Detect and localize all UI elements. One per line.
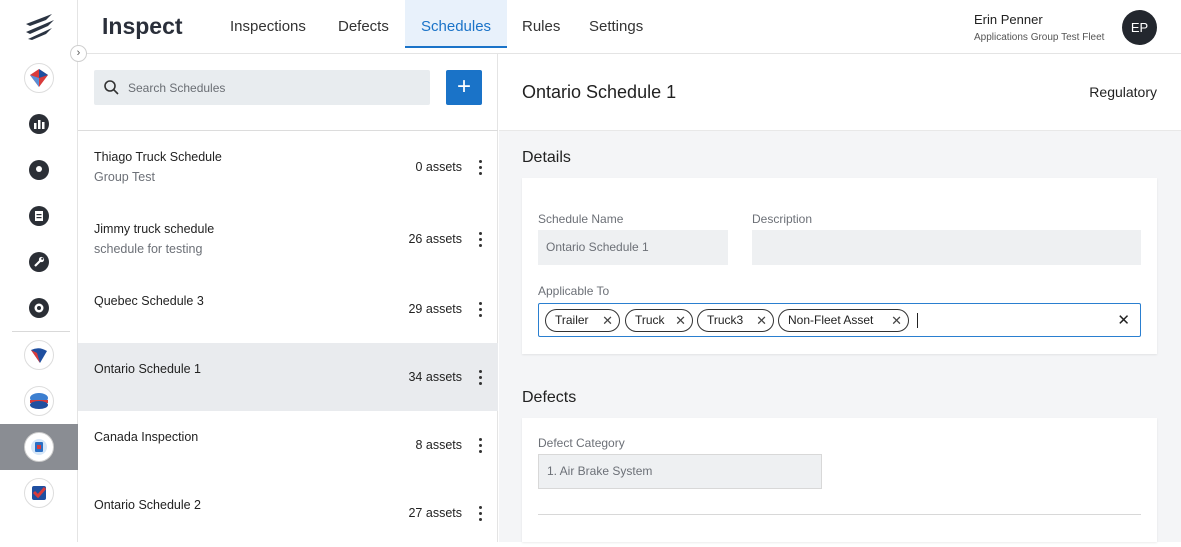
schedule-asset-count: 26 assets <box>408 232 462 246</box>
schedule-asset-count: 29 assets <box>408 302 462 316</box>
schedule-row[interactable]: Ontario Schedule 2 27 assets <box>78 479 498 547</box>
rail-item-dashboard[interactable] <box>0 101 78 147</box>
more-options-icon[interactable] <box>479 302 483 320</box>
chip-label: Truck <box>635 313 665 327</box>
applicable-to-label: Applicable To <box>538 284 610 298</box>
defects-divider <box>538 514 1141 515</box>
schedule-asset-count: 27 assets <box>408 506 462 520</box>
wrench-icon <box>24 247 54 277</box>
more-options-icon[interactable] <box>479 370 483 388</box>
chip-label: Non-Fleet Asset <box>788 313 874 327</box>
schedule-name-label: Schedule Name <box>538 212 624 226</box>
transit-app-icon <box>24 386 54 416</box>
defects-card: Defect Category 1. Air Brake System <box>522 418 1157 542</box>
more-options-icon[interactable] <box>479 160 483 178</box>
chip-trailer: Trailer ✕ <box>545 309 620 332</box>
details-card: Schedule Name Ontario Schedule 1 Descrip… <box>522 178 1157 354</box>
rail-item-settings[interactable] <box>0 285 78 331</box>
remove-chip-icon[interactable]: ✕ <box>756 310 767 331</box>
rail-item-location[interactable] <box>0 147 78 193</box>
schedule-row[interactable]: Thiago Truck Schedule Group Test 0 asset… <box>78 131 498 199</box>
schedule-name: Ontario Schedule 1 <box>94 362 202 376</box>
app-title: Inspect <box>102 13 183 39</box>
schedule-asset-count: 0 assets <box>415 160 462 174</box>
description-label: Description <box>752 212 813 226</box>
schedule-name: Jimmy truck schedule <box>94 222 215 236</box>
schedule-name-field: Ontario Schedule 1 <box>538 230 728 265</box>
schedule-row[interactable]: Quebec Schedule 3 29 assets <box>78 275 498 343</box>
rail-item-maintenance[interactable] <box>0 239 78 285</box>
rail-expand-chevron-icon[interactable]: › <box>70 45 87 62</box>
schedule-row[interactable]: Canada Inspection 8 assets <box>78 411 498 479</box>
rail-item-safety[interactable] <box>0 470 78 516</box>
settings-icon <box>24 293 54 323</box>
search-box <box>94 70 430 105</box>
dashboard-icon <box>24 109 54 139</box>
tab-rules[interactable]: Rules <box>506 0 576 48</box>
rail-item-documents[interactable] <box>0 193 78 239</box>
schedule-row-selected[interactable]: Ontario Schedule 1 34 assets <box>78 343 498 411</box>
rail-item-inspect[interactable] <box>0 424 78 470</box>
defect-category-label: Defect Category <box>538 436 625 450</box>
schedule-type: Regulatory <box>1089 84 1157 100</box>
remove-chip-icon[interactable]: ✕ <box>675 310 686 331</box>
defects-heading: Defects <box>522 389 577 406</box>
inspect-app-icon <box>24 432 54 462</box>
top-bar: Inspect Inspections Defects Schedules Ru… <box>78 0 1181 54</box>
remove-chip-icon[interactable]: ✕ <box>602 310 613 331</box>
user-fleet: Applications Group Test Fleet <box>974 32 1105 43</box>
user-name: Erin Penner <box>974 12 1043 27</box>
tab-inspections[interactable]: Inspections <box>214 0 322 48</box>
location-pin-icon <box>24 155 54 185</box>
schedule-asset-count: 34 assets <box>408 370 462 384</box>
avatar[interactable]: EP <box>1122 10 1157 45</box>
remove-chip-icon[interactable]: ✕ <box>891 310 902 331</box>
chip-truck: Truck ✕ <box>625 309 693 332</box>
tab-defects[interactable]: Defects <box>322 0 405 48</box>
schedule-name: Thiago Truck Schedule <box>94 150 222 164</box>
tab-schedules[interactable]: Schedules <box>405 0 508 48</box>
more-options-icon[interactable] <box>479 506 483 524</box>
chip-label: Trailer <box>555 313 589 327</box>
schedule-name: Quebec Schedule 3 <box>94 294 204 308</box>
more-options-icon[interactable] <box>479 438 483 456</box>
text-caret <box>917 313 918 328</box>
safety-app-icon <box>24 478 54 508</box>
document-icon <box>24 201 54 231</box>
chip-truck3: Truck3 ✕ <box>697 309 774 332</box>
defect-category-field[interactable]: 1. Air Brake System <box>538 454 822 489</box>
rail-item-transit[interactable] <box>0 378 78 424</box>
schedule-description: schedule for testing <box>94 242 203 256</box>
detail-title: Ontario Schedule 1 <box>522 82 677 102</box>
schedule-list-panel: + Thiago Truck Schedule Group Test 0 ass… <box>78 54 498 542</box>
detail-header: Ontario Schedule 1 Regulatory <box>499 54 1181 131</box>
chip-non-fleet-asset: Non-Fleet Asset ✕ <box>778 309 909 332</box>
schedule-description: Group Test <box>94 170 155 184</box>
chip-label: Truck3 <box>707 313 744 327</box>
app-logo-icon[interactable] <box>22 8 58 44</box>
schedule-name: Canada Inspection <box>94 430 199 444</box>
schedule-asset-count: 8 assets <box>415 438 462 452</box>
applicable-to-input[interactable]: Trailer ✕ Truck ✕ Truck3 ✕ Non-Fleet Ass… <box>538 303 1141 337</box>
search-icon <box>104 80 119 95</box>
description-field <box>752 230 1141 265</box>
search-input[interactable] <box>126 70 422 105</box>
tab-settings[interactable]: Settings <box>573 0 659 48</box>
analytics-app-icon <box>24 63 54 93</box>
clear-all-icon[interactable]: ✕ <box>1117 311 1130 329</box>
app-rail <box>0 0 78 542</box>
rail-item-analytics[interactable] <box>0 55 78 101</box>
details-heading: Details <box>522 149 571 166</box>
more-options-icon[interactable] <box>479 232 483 250</box>
schedule-row[interactable]: Jimmy truck schedule schedule for testin… <box>78 199 498 267</box>
schedule-name: Ontario Schedule 2 <box>94 498 202 512</box>
routing-app-icon <box>24 340 54 370</box>
rail-item-routing[interactable] <box>0 332 78 378</box>
schedule-detail-panel: Ontario Schedule 1 Regulatory Details Sc… <box>499 54 1181 542</box>
add-schedule-button[interactable]: + <box>446 70 482 105</box>
